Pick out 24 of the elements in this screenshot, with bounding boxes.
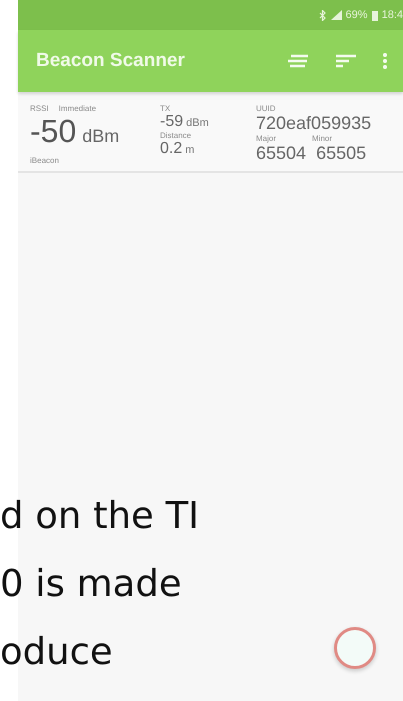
overlay-text: oduce [0, 629, 114, 675]
rssi-unit: dBm [82, 126, 120, 147]
proximity-label: Immediate [58, 104, 96, 113]
rssi-label: RSSI [30, 104, 49, 113]
beacon-type: iBeacon [30, 156, 60, 165]
distance-label: Distance [160, 131, 192, 140]
major-label: Major [256, 134, 276, 143]
major-value: 65504 [256, 143, 306, 164]
battery-icon [372, 10, 378, 20]
minor-value: 65505 [316, 143, 366, 164]
clock: 18:4 [382, 9, 403, 21]
overlay-text: 0 is made [0, 561, 183, 607]
minor-label: Minor [312, 134, 332, 143]
distance-value: 0.2 m [160, 140, 196, 158]
tx-value: -59 dBm [160, 113, 210, 131]
rssi-value: -50 [30, 113, 76, 150]
bluetooth-icon [318, 10, 327, 20]
uuid-value: 720eaf059935 [256, 113, 372, 134]
tx-label: TX [160, 104, 172, 113]
uuid-label: UUID [256, 104, 277, 113]
signal-icon [330, 10, 342, 20]
battery-percent: 69% [346, 9, 368, 21]
overlay-text: d on the TI [0, 493, 200, 539]
app-title: Beacon Scanner [36, 50, 186, 72]
